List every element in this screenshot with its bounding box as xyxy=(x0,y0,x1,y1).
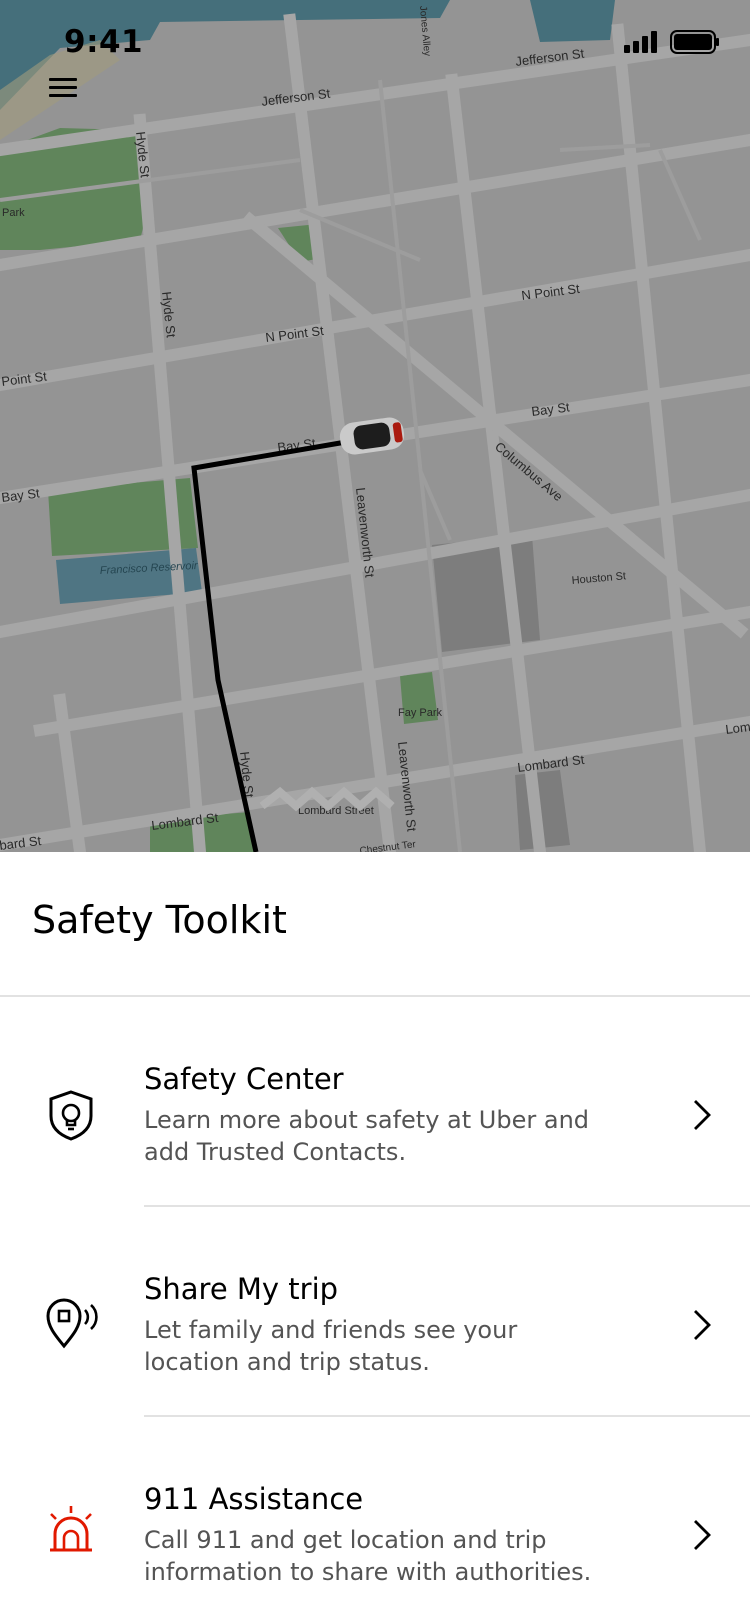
chevron-right-icon xyxy=(694,1310,711,1340)
menu-button[interactable] xyxy=(46,74,82,100)
chevron-right-icon xyxy=(694,1100,711,1130)
battery-icon xyxy=(670,30,719,54)
chevron-right-icon xyxy=(694,1520,711,1550)
911-assistance-row[interactable]: 911 Assistance Call 911 and get location… xyxy=(0,1482,750,1624)
share-my-trip-title: Share My trip xyxy=(144,1272,339,1306)
shield-lightbulb-icon xyxy=(49,1090,93,1141)
safety-toolkit-sheet: Safety Toolkit Safety Center Learn more … xyxy=(0,852,750,1624)
safety-center-description: Learn more about safety at Uber and add … xyxy=(144,1106,590,1166)
safety-center-title: Safety Center xyxy=(144,1062,344,1096)
status-time: 9:41 xyxy=(64,24,144,60)
location-share-icon xyxy=(46,1298,98,1349)
hamburger-menu-icon xyxy=(49,78,77,81)
hamburger-menu-icon-line xyxy=(49,94,77,97)
sheet-title: Safety Toolkit xyxy=(32,898,287,942)
divider xyxy=(144,1205,750,1207)
signal-icon xyxy=(624,31,657,53)
share-my-trip-row[interactable]: Share My trip Let family and friends see… xyxy=(0,1272,750,1472)
hamburger-menu-icon-line xyxy=(49,86,77,89)
status-indicators xyxy=(624,30,720,54)
divider xyxy=(0,995,750,997)
911-assistance-description: Call 911 and get location and trip infor… xyxy=(144,1526,592,1586)
map-view[interactable]: Jefferson St Jefferson St Jones Alley Hy… xyxy=(0,0,750,852)
emergency-siren-icon xyxy=(50,1506,92,1552)
divider xyxy=(144,1415,750,1417)
safety-center-row[interactable]: Safety Center Learn more about safety at… xyxy=(0,1062,750,1262)
share-my-trip-description: Let family and friends see your location… xyxy=(144,1316,518,1376)
911-assistance-title: 911 Assistance xyxy=(144,1482,364,1516)
map-canvas: Jefferson St Jefferson St Jones Alley Hy… xyxy=(0,0,750,852)
